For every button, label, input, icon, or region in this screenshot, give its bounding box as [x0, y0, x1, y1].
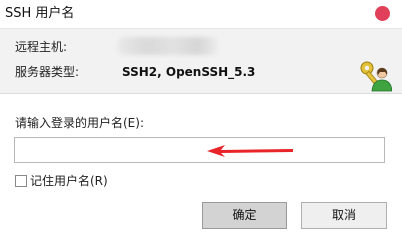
cancel-button[interactable]: 取消: [301, 202, 387, 229]
server-type-label: 服务器类型:: [15, 65, 80, 79]
title-bar: SSH 用户名: [0, 0, 402, 29]
server-type-value: SSH2, OpenSSH_5.3: [122, 65, 256, 79]
ok-button[interactable]: 确定: [202, 202, 287, 229]
annotation-arrow: [207, 145, 293, 157]
remember-username-label[interactable]: 记住用户名(R): [30, 173, 108, 189]
window-title: SSH 用户名: [5, 6, 75, 21]
connection-info-panel: 远程主机: 服务器类型: SSH2, OpenSSH_5.3: [0, 29, 402, 94]
username-input[interactable]: [14, 137, 385, 163]
login-form: 请输入登录的用户名(E): 记住用户名(R) 确定 取消: [0, 94, 402, 248]
close-icon[interactable]: [375, 6, 390, 21]
remember-username-checkbox[interactable]: [15, 175, 27, 187]
remote-host-label: 远程主机:: [15, 40, 68, 54]
keys-user-icon: [360, 61, 392, 92]
remote-host-value-redacted: [118, 37, 218, 55]
username-prompt-label: 请输入登录的用户名(E):: [15, 116, 144, 130]
